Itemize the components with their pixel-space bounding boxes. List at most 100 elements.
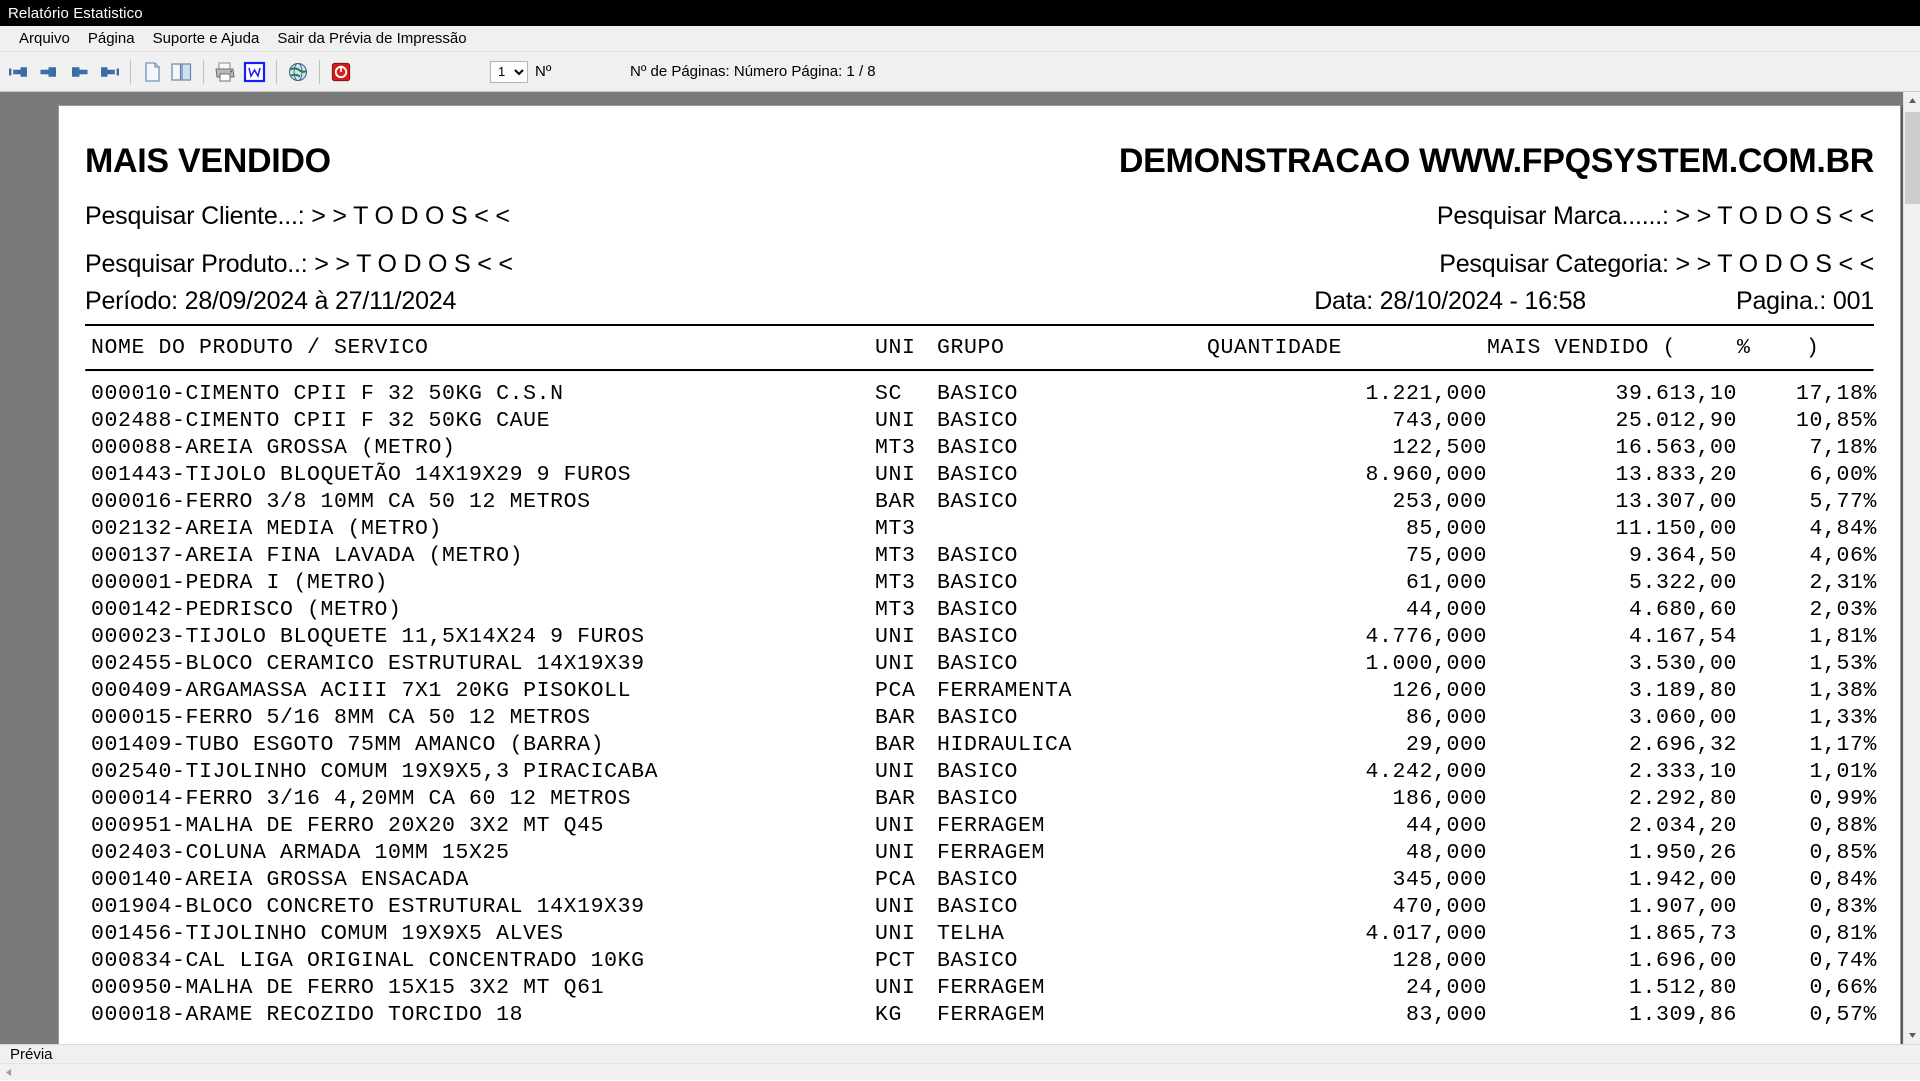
cell-grupo: BASICO xyxy=(937,488,1207,515)
first-page-button[interactable] xyxy=(5,57,33,87)
cell-valor: 3.530,00 xyxy=(1487,650,1737,677)
cell-valor: 39.613,10 xyxy=(1487,380,1737,407)
table-row: 000088-AREIA GROSSA (METRO)MT3BASICO122,… xyxy=(85,434,1887,461)
cell-quantidade: 44,000 xyxy=(1207,812,1487,839)
cell-percent: 1,38% xyxy=(1737,677,1887,704)
cell-uni: UNI xyxy=(875,974,937,1001)
cell-grupo: FERRAGEM xyxy=(937,974,1207,1001)
cell-valor: 13.833,20 xyxy=(1487,461,1737,488)
single-page-view-button[interactable] xyxy=(138,57,166,87)
filter-marca: Pesquisar Marca......: > > T O D O S < < xyxy=(1437,202,1874,231)
menubar: Arquivo Página Suporte e Ajuda Sair da P… xyxy=(0,26,1920,52)
cell-nome: 000950-MALHA DE FERRO 15X15 3X2 MT Q61 xyxy=(85,974,875,1001)
cell-percent: 0,66% xyxy=(1737,974,1887,1001)
table-row: 001443-TIJOLO BLOQUETÃO 14X19X29 9 FUROS… xyxy=(85,461,1887,488)
export-web-button[interactable] xyxy=(284,57,312,87)
export-word-button[interactable] xyxy=(241,57,269,87)
export-word-icon xyxy=(243,61,267,83)
next-page-button[interactable] xyxy=(65,57,93,87)
cell-uni: BAR xyxy=(875,731,937,758)
cell-quantidade: 122,500 xyxy=(1207,434,1487,461)
single-page-view-icon xyxy=(142,61,162,83)
menu-item-arquivo[interactable]: Arquivo xyxy=(10,28,79,49)
column-header-quantidade: QUANTIDADE xyxy=(1207,326,1487,369)
filter-cliente: Pesquisar Cliente...: > > T O D O S < < xyxy=(85,202,510,231)
table-row: 000137-AREIA FINA LAVADA (METRO)MT3BASIC… xyxy=(85,542,1887,569)
table-row: 002403-COLUNA ARMADA 10MM 15X25UNIFERRAG… xyxy=(85,839,1887,866)
previous-page-button[interactable] xyxy=(35,57,63,87)
cell-uni: UNI xyxy=(875,893,937,920)
scroll-left-arrow-icon[interactable] xyxy=(0,1064,17,1081)
cell-percent: 0,84% xyxy=(1737,866,1887,893)
cell-nome: 002488-CIMENTO CPII F 32 50KG CAUE xyxy=(85,407,875,434)
cell-quantidade: 8.960,000 xyxy=(1207,461,1487,488)
print-button[interactable] xyxy=(211,57,239,87)
cell-grupo: BASICO xyxy=(937,866,1207,893)
cell-quantidade: 1.000,000 xyxy=(1207,650,1487,677)
cell-valor: 2.034,20 xyxy=(1487,812,1737,839)
scroll-up-arrow-icon[interactable] xyxy=(1904,92,1920,109)
cell-percent: 17,18% xyxy=(1737,380,1887,407)
two-page-view-button[interactable] xyxy=(168,57,196,87)
cell-valor: 2.333,10 xyxy=(1487,758,1737,785)
cell-percent: 4,06% xyxy=(1737,542,1887,569)
cell-grupo: FERRAMENTA xyxy=(937,677,1207,704)
column-header-nome: NOME DO PRODUTO / SERVICO xyxy=(85,326,875,369)
cell-uni: PCT xyxy=(875,947,937,974)
cell-quantidade: 61,000 xyxy=(1207,569,1487,596)
table-row: 000015-FERRO 5/16 8MM CA 50 12 METROSBAR… xyxy=(85,704,1887,731)
cell-valor: 2.696,32 xyxy=(1487,731,1737,758)
cell-percent: 5,77% xyxy=(1737,488,1887,515)
horizontal-scrollbar[interactable] xyxy=(0,1063,1920,1080)
cell-quantidade: 75,000 xyxy=(1207,542,1487,569)
menu-item-pagina[interactable]: Página xyxy=(79,28,144,49)
cell-uni: KG xyxy=(875,1001,937,1028)
cell-valor: 1.512,80 xyxy=(1487,974,1737,1001)
cell-percent: 2,03% xyxy=(1737,596,1887,623)
report-table-body-wrapper: 000010-CIMENTO CPII F 32 50KG C.S.NSCBAS… xyxy=(85,380,1887,1028)
table-row: 000951-MALHA DE FERRO 20X20 3X2 MT Q45UN… xyxy=(85,812,1887,839)
cell-percent: 0,88% xyxy=(1737,812,1887,839)
page-select-group: 1 Nº xyxy=(490,61,551,83)
cell-nome: 000834-CAL LIGA ORIGINAL CONCENTRADO 10K… xyxy=(85,947,875,974)
close-preview-icon xyxy=(330,61,352,83)
cell-grupo: BASICO xyxy=(937,947,1207,974)
last-page-button[interactable] xyxy=(95,57,123,87)
table-row: 000018-ARAME RECOZIDO TORCIDO 18KGFERRAG… xyxy=(85,1001,1887,1028)
scroll-down-arrow-icon[interactable] xyxy=(1904,1027,1920,1044)
close-preview-button[interactable] xyxy=(327,57,355,87)
column-header-percent: % ) xyxy=(1737,326,1887,369)
column-header-uni: UNI xyxy=(875,326,937,369)
cell-nome: 001409-TUBO ESGOTO 75MM AMANCO (BARRA) xyxy=(85,731,875,758)
filter-categoria: Pesquisar Categoria: > > T O D O S < < xyxy=(1439,250,1874,279)
table-row: 000010-CIMENTO CPII F 32 50KG C.S.NSCBAS… xyxy=(85,380,1887,407)
print-preview-area[interactable]: MAIS VENDIDO DEMONSTRACAO WWW.FPQSYSTEM.… xyxy=(0,92,1920,1044)
table-row: 001456-TIJOLINHO COMUM 19X9X5 ALVESUNITE… xyxy=(85,920,1887,947)
cell-percent: 6,00% xyxy=(1737,461,1887,488)
table-row: 000016-FERRO 3/8 10MM CA 50 12 METROSBAR… xyxy=(85,488,1887,515)
cell-valor: 1.942,00 xyxy=(1487,866,1737,893)
menu-item-suporte-e-ajuda[interactable]: Suporte e Ajuda xyxy=(144,28,269,49)
table-row: 000142-PEDRISCO (METRO)MT3BASICO44,0004.… xyxy=(85,596,1887,623)
cell-nome: 002540-TIJOLINHO COMUM 19X9X5,3 PIRACICA… xyxy=(85,758,875,785)
cell-percent: 0,99% xyxy=(1737,785,1887,812)
cell-uni: MT3 xyxy=(875,542,937,569)
table-row: 002455-BLOCO CERAMICO ESTRUTURAL 14X19X3… xyxy=(85,650,1887,677)
cell-valor: 5.322,00 xyxy=(1487,569,1737,596)
cell-quantidade: 128,000 xyxy=(1207,947,1487,974)
table-row: 002132-AREIA MEDIA (METRO)MT385,00011.15… xyxy=(85,515,1887,542)
cell-percent: 10,85% xyxy=(1737,407,1887,434)
menu-item-sair-da-previa-de-impressao[interactable]: Sair da Prévia de Impressão xyxy=(268,28,475,49)
page-number-select[interactable]: 1 xyxy=(490,61,528,83)
cell-quantidade: 83,000 xyxy=(1207,1001,1487,1028)
preview-scrollbar-thumb[interactable] xyxy=(1905,112,1920,204)
cell-valor: 1.309,86 xyxy=(1487,1001,1737,1028)
preview-vertical-scrollbar[interactable] xyxy=(1903,92,1920,1044)
cell-valor: 3.189,80 xyxy=(1487,677,1737,704)
table-row: 000950-MALHA DE FERRO 15X15 3X2 MT Q61UN… xyxy=(85,974,1887,1001)
cell-grupo: FERRAGEM xyxy=(937,839,1207,866)
cell-grupo: BASICO xyxy=(937,785,1207,812)
cell-grupo: FERRAGEM xyxy=(937,812,1207,839)
cell-quantidade: 4.017,000 xyxy=(1207,920,1487,947)
cell-uni: PCA xyxy=(875,866,937,893)
